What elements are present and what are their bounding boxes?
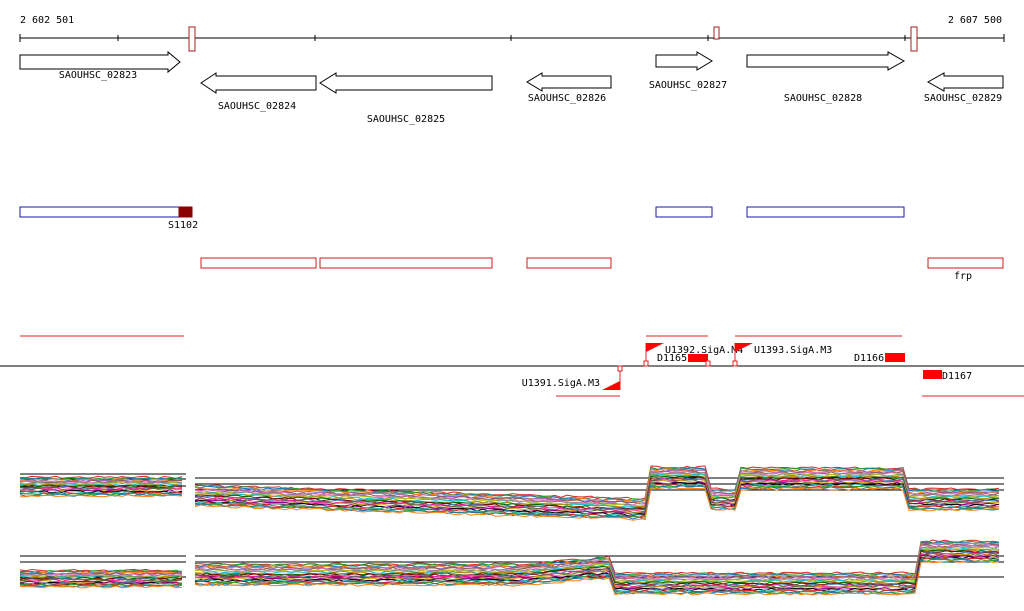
d1166-label: D1166 [854, 353, 884, 364]
forward-segment[interactable] [655, 206, 713, 218]
reverse-segment[interactable] [526, 257, 612, 269]
gene-arrow-saouhsc-02826[interactable]: SAOUHSC_02826 [526, 72, 612, 104]
gene-arrow-saouhsc-02823[interactable]: SAOUHSC_02823 [19, 50, 181, 81]
d1165-label: D1165 [657, 353, 687, 364]
reverse-segment[interactable] [200, 257, 317, 269]
expression-profile-reverse [19, 539, 1004, 596]
regulatory-track: U1391.SigA.M3 U1392.SigA.M4 D1165 U1393.… [0, 335, 1024, 397]
ruler-marker [188, 26, 196, 52]
terminator-d1165[interactable]: D1165 [657, 353, 711, 367]
gene-track: SAOUHSC_02823 SAOUHSC_02824 SAOUHSC_0282… [19, 50, 1004, 125]
u1391-label: U1391.SigA.M3 [522, 378, 600, 389]
gene-arrow-saouhsc-02825[interactable]: SAOUHSC_02825 [319, 72, 493, 125]
gene-arrow-saouhsc-02829[interactable]: SAOUHSC_02829 [924, 72, 1004, 104]
gene-arrow-saouhsc-02824[interactable]: SAOUHSC_02824 [200, 72, 317, 112]
gene-arrow-saouhsc-02828[interactable]: SAOUHSC_02828 [746, 51, 906, 104]
gene-label: SAOUHSC_02823 [59, 70, 137, 81]
reverse-segment-track: frp [200, 257, 1004, 282]
expression-profile-forward [19, 465, 1004, 521]
terminator-d1166[interactable]: D1166 [854, 353, 905, 364]
s1102-segment[interactable] [178, 206, 193, 218]
forward-segment[interactable] [19, 206, 180, 218]
gene-label: SAOUHSC_02826 [528, 93, 606, 104]
ruler-start-label: 2 602 501 [20, 15, 74, 26]
reverse-segment[interactable] [319, 257, 493, 269]
reverse-segment[interactable] [927, 257, 1004, 269]
frp-label: frp [954, 271, 972, 282]
gene-label: SAOUHSC_02824 [218, 101, 296, 112]
gene-arrow-saouhsc-02827[interactable]: SAOUHSC_02827 [649, 51, 727, 91]
ruler-marker [910, 26, 918, 52]
coordinate-ruler: 2 602 501 2 607 500 [19, 15, 1005, 52]
ruler-marker [713, 26, 720, 40]
genome-browser-view: 2 602 501 2 607 500 SAOUHSC_02823 SAOUHS… [0, 15, 1024, 596]
terminator-d1167[interactable]: D1167 [923, 370, 972, 382]
forward-segment-track: S1102 [19, 206, 905, 231]
gene-label: SAOUHSC_02829 [924, 93, 1002, 104]
promoter-u1393[interactable]: U1393.SigA.M3 [732, 343, 832, 367]
forward-segment[interactable] [746, 206, 905, 218]
gene-label: SAOUHSC_02825 [367, 114, 445, 125]
expression-trace [194, 543, 1000, 579]
ruler-end-label: 2 607 500 [948, 15, 1002, 26]
u1393-label: U1393.SigA.M3 [754, 345, 832, 356]
d1167-label: D1167 [942, 371, 972, 382]
s1102-label: S1102 [168, 220, 198, 231]
gene-label: SAOUHSC_02827 [649, 80, 727, 91]
promoter-u1391[interactable]: U1391.SigA.M3 [522, 365, 623, 390]
gene-label: SAOUHSC_02828 [784, 93, 862, 104]
